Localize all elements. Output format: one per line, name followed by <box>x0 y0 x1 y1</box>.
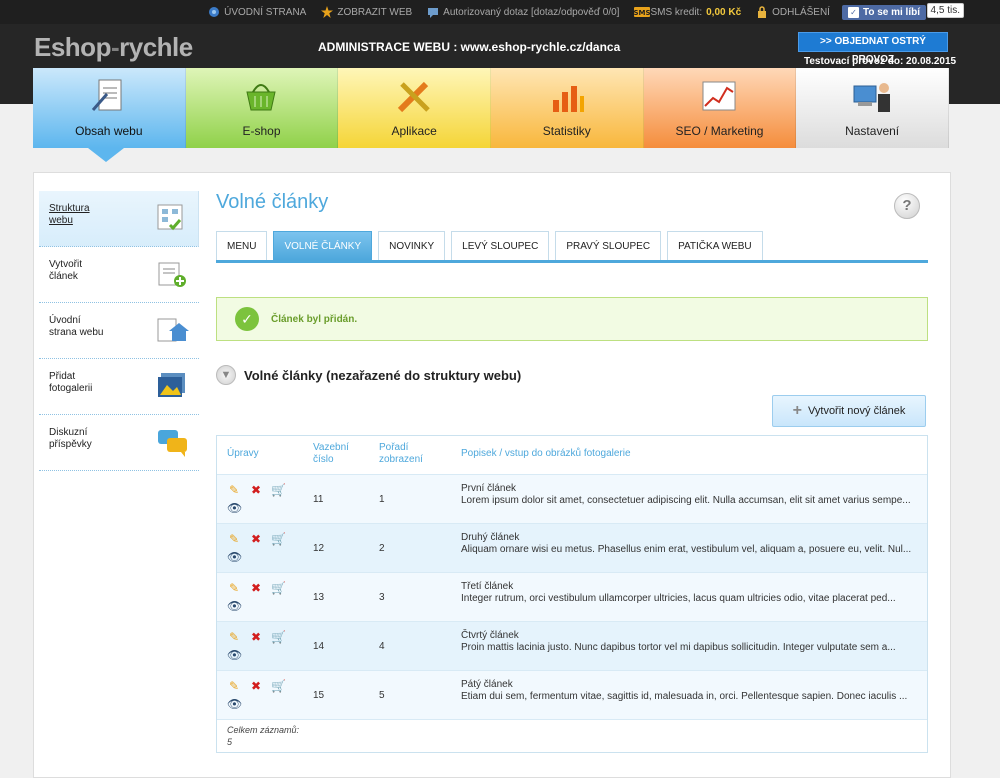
sidebar: Struktura webu Vytvořit článek Úvodní stran… <box>39 191 199 471</box>
table-row: ✎ ✖ 🛒 👁 13 3 Třetí článek Integer rutrum, o… <box>217 572 927 621</box>
sidebar-item-create-article[interactable]: Vytvořit článek <box>39 247 199 303</box>
table-row: ✎ ✖ 🛒 👁 14 4 Čtvrtý článek Proin mattis lac… <box>217 621 927 670</box>
homepage-link[interactable]: ÚVODNÍ STRANA <box>208 6 306 18</box>
main-area: Volné články ? MENU VOLNÉ ČLÁNKY NOVINKY… <box>216 191 928 753</box>
lock-icon <box>756 6 768 18</box>
plus-icon: + <box>792 402 802 419</box>
pencil-icon[interactable]: ✎ <box>227 483 241 497</box>
delete-icon[interactable]: ✖ <box>249 581 263 595</box>
active-nav-indicator <box>88 148 124 162</box>
table-row: ✎ ✖ 🛒 👁 12 2 Druhý článek Aliquam ornare wi… <box>217 523 927 572</box>
order-production-button[interactable]: >> OBJEDNAT OSTRÝ PROVOZ <box>798 32 948 65</box>
pencil-icon[interactable]: ✎ <box>227 679 241 693</box>
document-icon <box>91 79 122 111</box>
top-bar: ÚVODNÍ STRANA ZOBRAZIT WEB Autorizovaný … <box>0 0 1000 24</box>
eye-icon[interactable]: 👁 <box>227 648 242 662</box>
logo[interactable]: Eshop-rychle <box>34 32 193 63</box>
nav-tab-settings[interactable]: Nastavení <box>796 68 949 148</box>
check-icon: ✓ <box>235 307 259 331</box>
nav-tab-eshop[interactable]: E-shop <box>185 68 339 148</box>
home-icon <box>208 6 220 18</box>
tab-free-articles[interactable]: VOLNÉ ČLÁNKY <box>273 231 373 260</box>
arrow-down-icon[interactable]: ▼ <box>216 365 236 385</box>
help-icon[interactable]: ? <box>894 193 920 219</box>
facebook-like-button[interactable]: ✓ To se mi líbí <box>841 4 926 20</box>
section-tabs: MENU VOLNÉ ČLÁNKY NOVINKY LEVÝ SLOUPEC P… <box>216 231 928 263</box>
delete-icon[interactable]: ✖ <box>249 679 263 693</box>
auth-query-link[interactable]: Autorizovaný dotaz [dotaz/odpověď 0/0] <box>427 6 619 18</box>
eye-icon[interactable]: 👁 <box>227 599 242 613</box>
sidebar-item-homepage[interactable]: Úvodní strana webu <box>39 303 199 359</box>
nav-tab-stats[interactable]: Statistiky <box>490 68 644 148</box>
nav-tab-apps[interactable]: Aplikace <box>338 68 491 148</box>
tab-menu[interactable]: MENU <box>216 231 268 260</box>
logout-link[interactable]: ODHLÁŠENÍ <box>756 6 830 18</box>
sidebar-item-discussion[interactable]: Diskuzní příspěvky <box>39 415 199 471</box>
add-document-icon <box>158 262 186 287</box>
house-document-icon <box>157 318 189 342</box>
cart-icon[interactable]: 🛒 <box>271 581 286 595</box>
eye-icon[interactable]: 👁 <box>227 501 242 515</box>
test-period-info: Testovací provoz do: 20.08.2015 <box>804 56 957 67</box>
gallery-icon <box>158 373 185 397</box>
sidebar-item-add-gallery[interactable]: Přidat fotogalerii <box>39 359 199 415</box>
line-chart-icon <box>702 81 736 111</box>
delete-icon[interactable]: ✖ <box>249 532 263 546</box>
basket-icon <box>246 84 277 111</box>
nav-tab-content[interactable]: Obsah webu <box>33 68 186 148</box>
nav-tab-seo[interactable]: SEO / Marketing <box>643 68 797 148</box>
main-nav: Obsah webu E-shop Aplikace Statistiky SE… <box>33 68 949 148</box>
page-title: Volné články <box>216 191 329 213</box>
admin-title: ADMINISTRACE WEBU : www.eshop-rychle.cz/… <box>318 40 621 54</box>
section-heading: ▼ Volné články (nezařazené do struktury … <box>216 365 521 385</box>
thumbs-up-icon: ✓ <box>847 6 859 18</box>
eye-icon[interactable]: 👁 <box>227 697 242 711</box>
tab-left-column[interactable]: LEVÝ SLOUPEC <box>451 231 550 260</box>
eye-icon[interactable]: 👁 <box>227 550 242 564</box>
cart-icon[interactable]: 🛒 <box>271 630 286 644</box>
facebook-like-count: 4,5 tis. <box>926 3 964 18</box>
tab-news[interactable]: NOVINKY <box>378 231 446 260</box>
table-row: ✎ ✖ 🛒 👁 11 1 První článek Lorem ipsum dolor… <box>217 474 927 523</box>
chat-icon <box>427 6 439 18</box>
sms-icon: SMS <box>634 6 651 18</box>
pencil-icon[interactable]: ✎ <box>227 630 241 644</box>
cart-icon[interactable]: 🛒 <box>271 483 286 497</box>
table-row: ✎ ✖ 🛒 👁 15 5 Pátý článek Etiam dui sem, fer… <box>217 670 927 719</box>
delete-icon[interactable]: ✖ <box>249 483 263 497</box>
table-footer: Celkem záznamů: 5 <box>217 719 927 752</box>
success-notice: ✓ Článek byl přidán. <box>216 297 928 341</box>
star-icon <box>321 6 334 18</box>
bar-chart-icon <box>552 86 584 112</box>
sidebar-item-structure[interactable]: Struktura webu <box>39 191 199 247</box>
tools-icon <box>398 81 430 113</box>
cart-icon[interactable]: 🛒 <box>271 532 286 546</box>
sms-credit: SMS SMS kredit: 0,00 Kč <box>634 6 742 18</box>
speech-bubbles-icon <box>158 430 187 457</box>
view-web-link[interactable]: ZOBRAZIT WEB <box>321 6 412 18</box>
delete-icon[interactable]: ✖ <box>249 630 263 644</box>
table-header: Úpravy Vazební číslo Pořadí zobrazení Popi… <box>217 436 927 474</box>
pencil-icon[interactable]: ✎ <box>227 581 241 595</box>
user-at-desk-icon <box>853 83 891 112</box>
svg-text:SMS: SMS <box>634 9 650 17</box>
pencil-icon[interactable]: ✎ <box>227 532 241 546</box>
cart-icon[interactable]: 🛒 <box>271 679 286 693</box>
tab-footer[interactable]: PATIČKA WEBU <box>667 231 763 260</box>
content-panel: Struktura webu Vytvořit článek Úvodní stran… <box>33 172 951 778</box>
articles-table: Úpravy Vazební číslo Pořadí zobrazení Popi… <box>216 435 928 753</box>
tab-right-column[interactable]: PRAVÝ SLOUPEC <box>555 231 662 260</box>
create-article-button[interactable]: + Vytvořit nový článek <box>772 395 926 427</box>
structure-icon <box>157 204 183 231</box>
